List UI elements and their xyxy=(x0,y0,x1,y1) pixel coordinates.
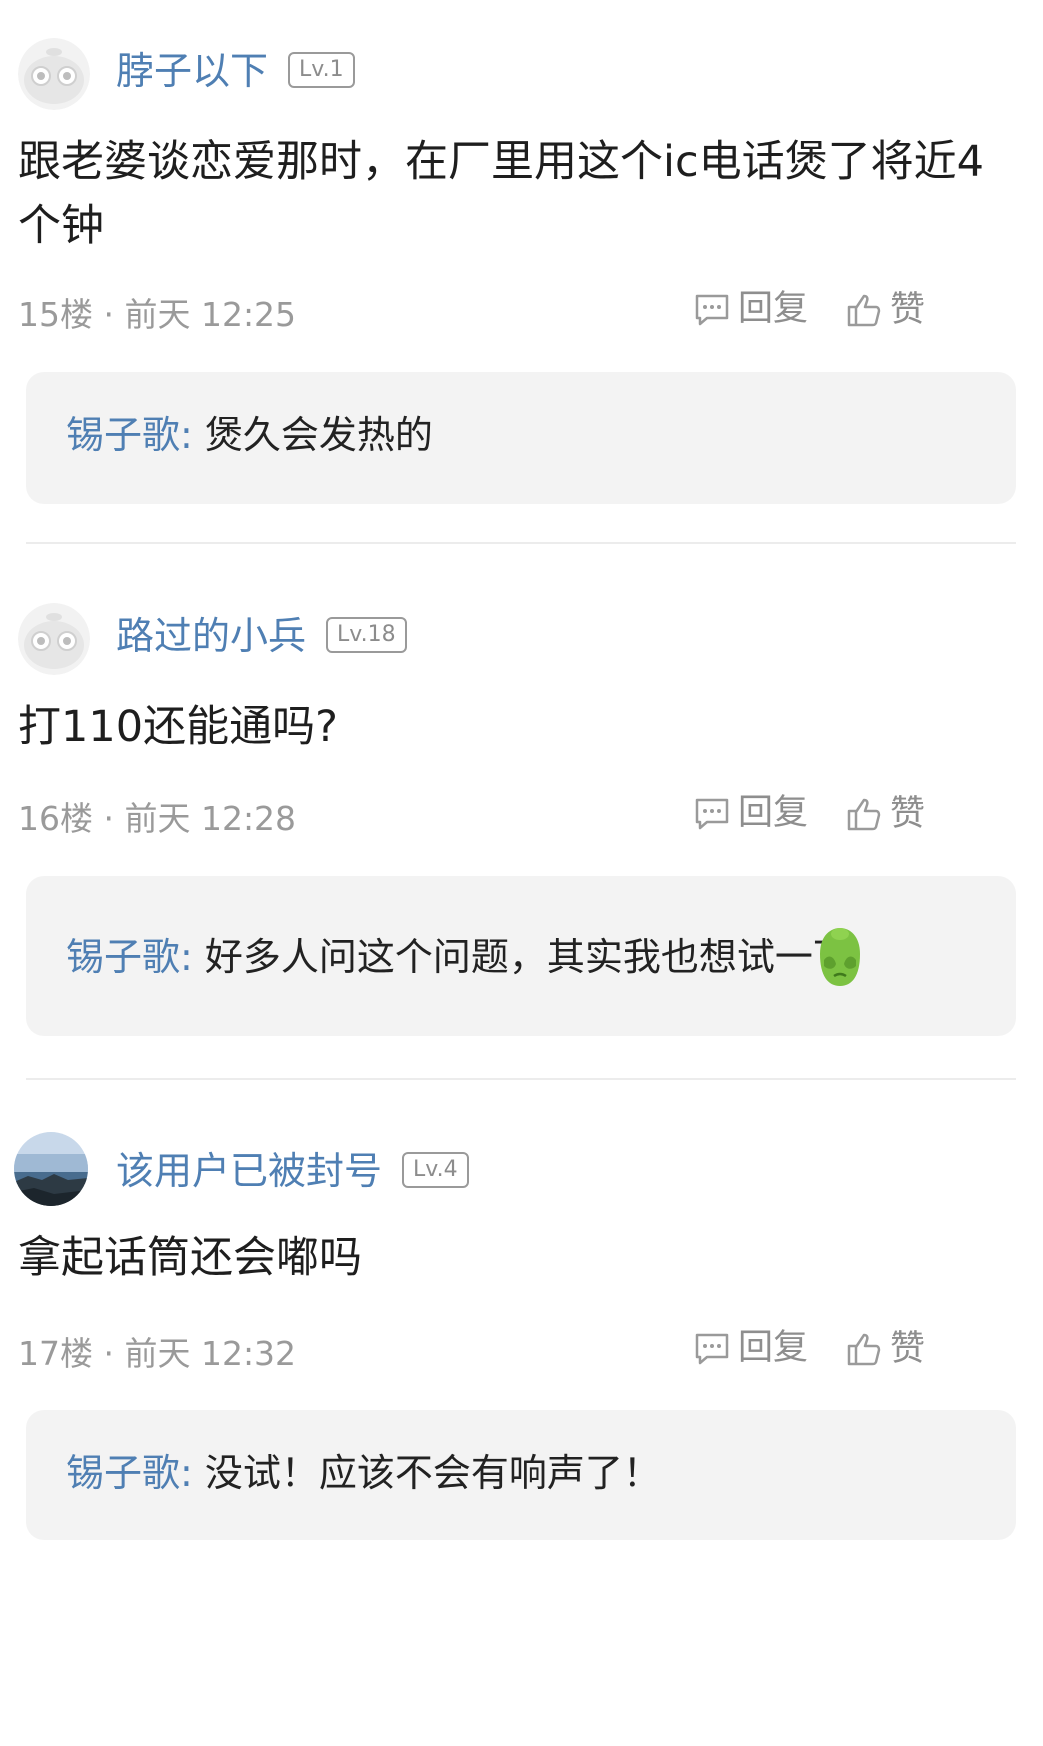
comment-content: 拿起话筒还会嘟吗 xyxy=(18,1233,362,1283)
reply-label: 回复 xyxy=(738,289,809,329)
comment-bubble-icon xyxy=(694,1332,738,1366)
like-label: 赞 xyxy=(890,289,926,330)
floor-time: 17楼 · 前天 12:32 xyxy=(18,1334,297,1373)
thumbs-up-icon xyxy=(846,1331,890,1367)
sub-reply: 锡子歌: 好多人问这个问题，其实我也想试一下 xyxy=(66,938,851,976)
reply-label: 回复 xyxy=(738,1328,809,1368)
avatar[interactable] xyxy=(14,1132,88,1206)
comment-bubble-icon xyxy=(694,293,738,327)
like-button[interactable]: 赞 xyxy=(846,292,925,328)
reply-separator: : xyxy=(180,935,193,979)
sub-reply-box[interactable]: 锡子歌: 煲久会发热的 xyxy=(26,372,1016,504)
default-avatar-icon[interactable] xyxy=(18,38,90,110)
sub-reply: 锡子歌: 煲久会发热的 xyxy=(66,416,433,454)
like-label: 赞 xyxy=(890,793,926,834)
covering-face-emoji xyxy=(810,924,870,994)
like-button[interactable]: 赞 xyxy=(846,796,925,832)
reply-text: 好多人问这个问题，其实我也想试一下 xyxy=(204,935,851,979)
divider xyxy=(26,1078,1016,1080)
floor-time: 15楼 · 前天 12:25 xyxy=(18,295,297,334)
sub-reply-box[interactable]: 锡子歌: 好多人问这个问题，其实我也想试一下 xyxy=(26,876,1016,1036)
sub-reply: 锡子歌: 没试！应该不会有响声了！ xyxy=(66,1454,661,1492)
reply-author[interactable]: 锡子歌 xyxy=(66,935,180,979)
reply-button[interactable]: 回复 xyxy=(694,1331,808,1366)
reply-author[interactable]: 锡子歌 xyxy=(66,413,180,457)
thumbs-up-icon xyxy=(846,796,890,832)
sub-reply-box[interactable]: 锡子歌: 没试！应该不会有响声了！ xyxy=(26,1410,1016,1540)
username[interactable]: 该用户已被封号 Lv.4 xyxy=(116,1149,469,1193)
reply-button[interactable]: 回复 xyxy=(694,796,808,831)
default-avatar-icon[interactable] xyxy=(18,603,90,675)
comment-content: 跟老婆谈恋爱那时，在厂里用这个ic电话煲了将近4个钟 xyxy=(18,137,984,251)
username-text[interactable]: 路过的小兵 xyxy=(116,614,306,658)
username[interactable]: 路过的小兵 Lv.18 xyxy=(116,614,407,658)
reply-text: 没试！应该不会有响声了！ xyxy=(204,1451,661,1495)
level-badge: Lv.4 xyxy=(402,1151,469,1188)
comment-content: 打110还能通吗? xyxy=(18,702,338,752)
like-label: 赞 xyxy=(890,1328,926,1369)
comment-bubble-icon xyxy=(694,797,738,831)
username-text[interactable]: 该用户已被封号 xyxy=(116,1149,382,1193)
level-badge: Lv.1 xyxy=(288,51,355,88)
thumbs-up-icon xyxy=(846,292,890,328)
reply-text: 煲久会发热的 xyxy=(204,413,433,457)
username-text[interactable]: 脖子以下 xyxy=(116,49,268,93)
reply-separator: : xyxy=(180,1451,193,1495)
divider xyxy=(26,542,1016,544)
level-badge: Lv.18 xyxy=(326,616,407,653)
floor-time: 16楼 · 前天 12:28 xyxy=(18,799,297,838)
reply-author[interactable]: 锡子歌 xyxy=(66,1451,180,1495)
username[interactable]: 脖子以下 Lv.1 xyxy=(116,49,355,93)
reply-label: 回复 xyxy=(738,793,809,833)
reply-separator: : xyxy=(180,413,193,457)
reply-button[interactable]: 回复 xyxy=(694,292,808,327)
like-button[interactable]: 赞 xyxy=(846,1331,925,1367)
